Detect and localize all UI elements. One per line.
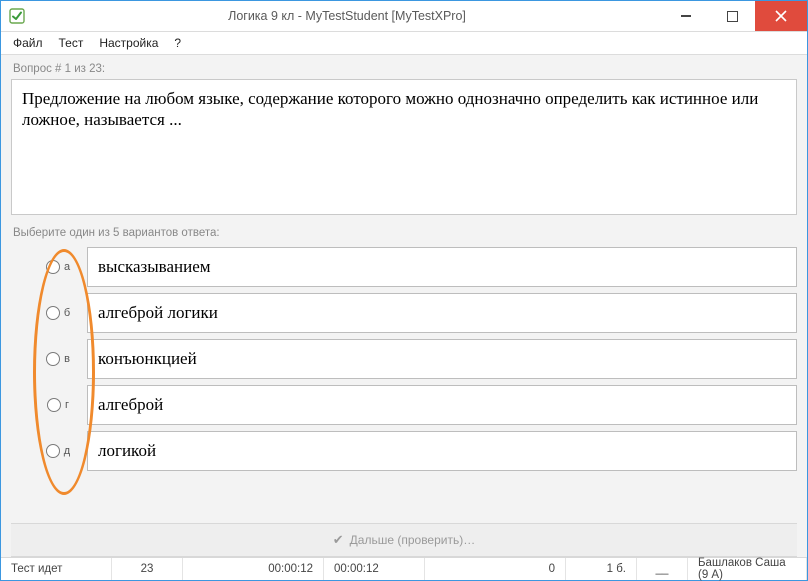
menu-file[interactable]: Файл (5, 34, 51, 52)
menubar: Файл Тест Настройка ? (1, 32, 807, 55)
maximize-button[interactable] (709, 1, 755, 31)
action-bar: ✔ Дальше (проверить)… (11, 523, 797, 557)
answer-text[interactable]: алгеброй (87, 385, 797, 425)
answer-letter: в (64, 353, 70, 365)
status-dash: __ (637, 558, 688, 580)
status-user: Башлаков Саша (9 А) (688, 558, 807, 580)
answer-text[interactable]: конъюнкцией (87, 339, 797, 379)
question-text: Предложение на любом языке, содержание к… (11, 79, 797, 215)
menu-test[interactable]: Тест (51, 34, 92, 52)
window-title: Логика 9 кл - MyTestStudent [MyTestXPro] (31, 9, 663, 23)
question-progress-label: Вопрос # 1 из 23: (13, 63, 797, 75)
app-icon (9, 8, 25, 24)
radio-icon[interactable] (46, 352, 60, 366)
minimize-button[interactable] (663, 1, 709, 31)
status-running: Тест идет (1, 558, 112, 580)
next-button-label: Дальше (проверить)… (350, 533, 476, 547)
answer-letter: а (64, 261, 70, 273)
app-window: Логика 9 кл - MyTestStudent [MyTestXPro]… (0, 0, 808, 581)
answer-letter: б (64, 307, 70, 319)
statusbar: Тест идет 23 00:00:12 00:00:12 0 1 б. __… (1, 557, 807, 580)
status-time2: 00:00:12 (324, 558, 425, 580)
answer-row[interactable]: д логикой (29, 431, 797, 471)
menu-settings[interactable]: Настройка (91, 34, 166, 52)
window-controls (663, 1, 807, 31)
radio-icon[interactable] (46, 260, 60, 274)
content-area: Вопрос # 1 из 23: Предложение на любом я… (1, 55, 807, 557)
radio-icon[interactable] (46, 444, 60, 458)
answer-letter: д (64, 445, 70, 457)
answer-row[interactable]: а высказыванием (29, 247, 797, 287)
check-icon: ✔ (333, 532, 344, 548)
answer-row[interactable]: г алгеброй (29, 385, 797, 425)
status-points: 1 б. (566, 558, 637, 580)
status-answered: 0 (425, 558, 566, 580)
titlebar: Логика 9 кл - MyTestStudent [MyTestXPro] (1, 1, 807, 32)
answer-row[interactable]: в конъюнкцией (29, 339, 797, 379)
answer-text[interactable]: алгеброй логики (87, 293, 797, 333)
radio-icon[interactable] (46, 306, 60, 320)
answer-text[interactable]: логикой (87, 431, 797, 471)
answers-prompt: Выберите один из 5 вариантов ответа: (13, 227, 797, 239)
radio-icon[interactable] (47, 398, 61, 412)
answer-row[interactable]: б алгеброй логики (29, 293, 797, 333)
close-button[interactable] (755, 1, 807, 31)
status-total: 23 (112, 558, 183, 580)
answers-area: а высказыванием б алгеброй логики в (11, 247, 797, 477)
answer-text[interactable]: высказыванием (87, 247, 797, 287)
menu-help[interactable]: ? (166, 34, 189, 52)
answer-letter: г (65, 399, 69, 411)
next-button[interactable]: ✔ Дальше (проверить)… (333, 532, 475, 548)
status-elapsed: 00:00:12 (183, 558, 324, 580)
